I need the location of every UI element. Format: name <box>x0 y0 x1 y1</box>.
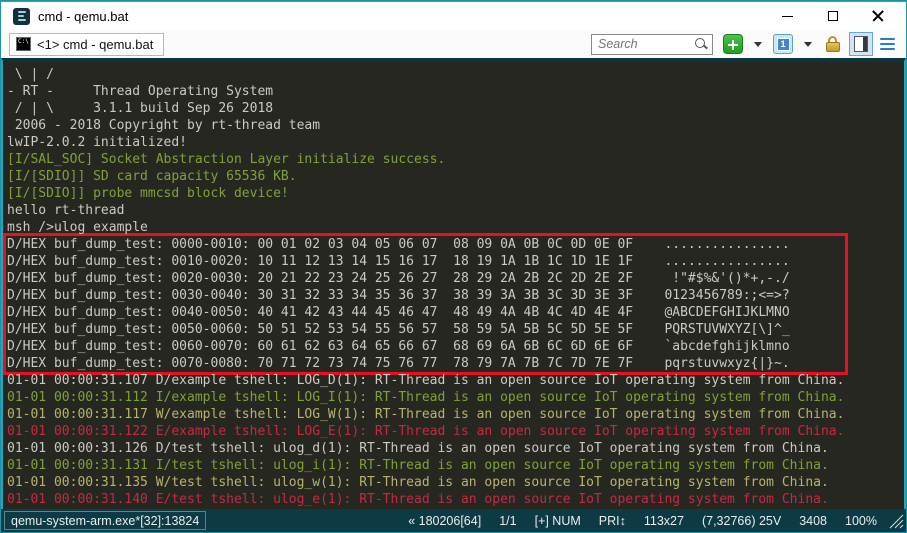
status-segment: (7,32766) 25V <box>693 514 790 528</box>
status-bar: qemu-system-arm.exe*[32]:13824 « 180206[… <box>1 509 906 532</box>
tab-label: <1> cmd - qemu.bat <box>37 37 153 52</box>
terminal-line: 01-01 00:00:31.112 I/example tshell: LOG… <box>7 389 904 406</box>
terminal-line: / | \ 3.1.1 build Sep 26 2018 <box>7 100 904 117</box>
terminal-line: 01-01 00:00:31.135 W/test tshell: ulog_w… <box>7 474 904 491</box>
terminal-line: D/HEX buf_dump_test: 0050-0060: 50 51 52… <box>7 321 845 338</box>
terminal-line: D/HEX buf_dump_test: 0030-0040: 30 31 32… <box>7 287 845 304</box>
menu-button[interactable] <box>877 33 898 55</box>
close-icon <box>872 10 884 22</box>
terminal-line: 01-01 00:00:31.107 D/example tshell: LOG… <box>7 372 904 389</box>
terminal-line: D/HEX buf_dump_test: 0010-0020: 10 11 12… <box>7 253 845 270</box>
terminal-line: 01-01 00:00:31.122 E/example tshell: LOG… <box>7 423 904 440</box>
status-segment: [+] NUM <box>526 514 590 528</box>
status-process: qemu-system-arm.exe*[32]:13824 <box>4 511 206 530</box>
resize-grip[interactable] <box>888 512 904 530</box>
status-segment: 3408 <box>790 514 836 528</box>
terminal-line: 01-01 00:00:31.131 I/test tshell: ulog_i… <box>7 457 904 474</box>
terminal-line: D/HEX buf_dump_test: 0040-0050: 40 41 42… <box>7 304 845 321</box>
maximize-button[interactable] <box>810 3 855 30</box>
hex-dump-highlight-box: D/HEX buf_dump_test: 0000-0010: 00 01 02… <box>3 233 848 375</box>
close-button[interactable] <box>855 3 900 30</box>
window-controls <box>765 3 900 30</box>
terminal-line: [I/[SDIO]] probe mmcsd block device! <box>7 185 904 202</box>
terminal-line: \ | / <box>7 66 904 83</box>
search-input[interactable] <box>598 37 688 51</box>
terminal-line: D/HEX buf_dump_test: 0020-0030: 20 21 22… <box>7 270 845 287</box>
terminal-line: [I/[SDIO]] SD card capacity 65536 KB. <box>7 168 904 185</box>
chevron-down-icon <box>754 42 762 47</box>
terminal-line: 2006 - 2018 Copyright by rt-thread team <box>7 117 904 134</box>
new-console-dropdown[interactable] <box>749 33 767 55</box>
console-area[interactable]: \ | /- RT - Thread Operating System / | … <box>1 58 906 509</box>
status-segment: 1/1 <box>490 514 525 528</box>
tab-cmd-qemu[interactable]: C:\. <1> cmd - qemu.bat <box>9 33 164 56</box>
status-segment: « 180206[64] <box>399 514 490 528</box>
sidebar-toggle-button[interactable] <box>849 32 873 56</box>
terminal-line: [I/SAL_SOC] Socket Abstraction Layer ini… <box>7 151 904 168</box>
terminal-line: hello rt-thread <box>7 202 904 219</box>
status-segment: 113x27 <box>635 514 693 528</box>
minimize-button[interactable] <box>765 3 810 30</box>
active-console-button[interactable]: 1 <box>771 33 795 55</box>
terminal-line: lwIP-2.0.2 initialized! <box>7 134 904 151</box>
status-segment: 100% <box>836 514 886 528</box>
chevron-down-icon <box>804 42 812 47</box>
terminal-line: 01-01 00:00:31.140 E/test tshell: ulog_e… <box>7 491 904 508</box>
maximize-icon <box>828 11 838 21</box>
terminal-line: D/HEX buf_dump_test: 0060-0070: 60 61 62… <box>7 338 845 355</box>
search-box <box>591 34 713 55</box>
status-segments: « 180206[64]1/1[+] NUMPRI↕113x27(7,32766… <box>399 514 886 528</box>
plus-icon <box>723 34 743 54</box>
status-segment: PRI↕ <box>590 514 635 528</box>
tab-bar: C:\. <1> cmd - qemu.bat 1 <box>1 30 906 58</box>
terminal-line: 01-01 00:00:31.126 D/test tshell: ulog_d… <box>7 440 904 457</box>
terminal-line: D/HEX buf_dump_test: 0000-0010: 00 01 02… <box>7 236 845 253</box>
title-bar: cmd - qemu.bat <box>1 1 906 30</box>
panel-icon <box>854 36 868 52</box>
toolbar: 1 <box>721 32 898 56</box>
conemu-window: cmd - qemu.bat C:\. <1> cmd - qemu.bat 1 <box>0 0 907 533</box>
console-list-dropdown[interactable] <box>799 33 817 55</box>
window-title: cmd - qemu.bat <box>38 9 128 24</box>
console-number-icon: 1 <box>773 34 793 54</box>
terminal-line: D/HEX buf_dump_test: 0070-0080: 70 71 72… <box>7 355 845 372</box>
terminal-line: - RT - Thread Operating System <box>7 83 904 100</box>
terminal-output: \ | /- RT - Thread Operating System / | … <box>3 61 904 508</box>
terminal-line: 01-01 00:00:31.117 W/example tshell: LOG… <box>7 406 904 423</box>
lock-button[interactable] <box>821 33 845 55</box>
search-icon[interactable] <box>694 37 708 51</box>
new-console-button[interactable] <box>721 33 745 55</box>
minimize-icon <box>782 16 793 17</box>
cmd-prompt-icon: C:\. <box>16 37 31 51</box>
lock-icon <box>823 34 843 54</box>
conemu-app-icon <box>13 8 30 25</box>
